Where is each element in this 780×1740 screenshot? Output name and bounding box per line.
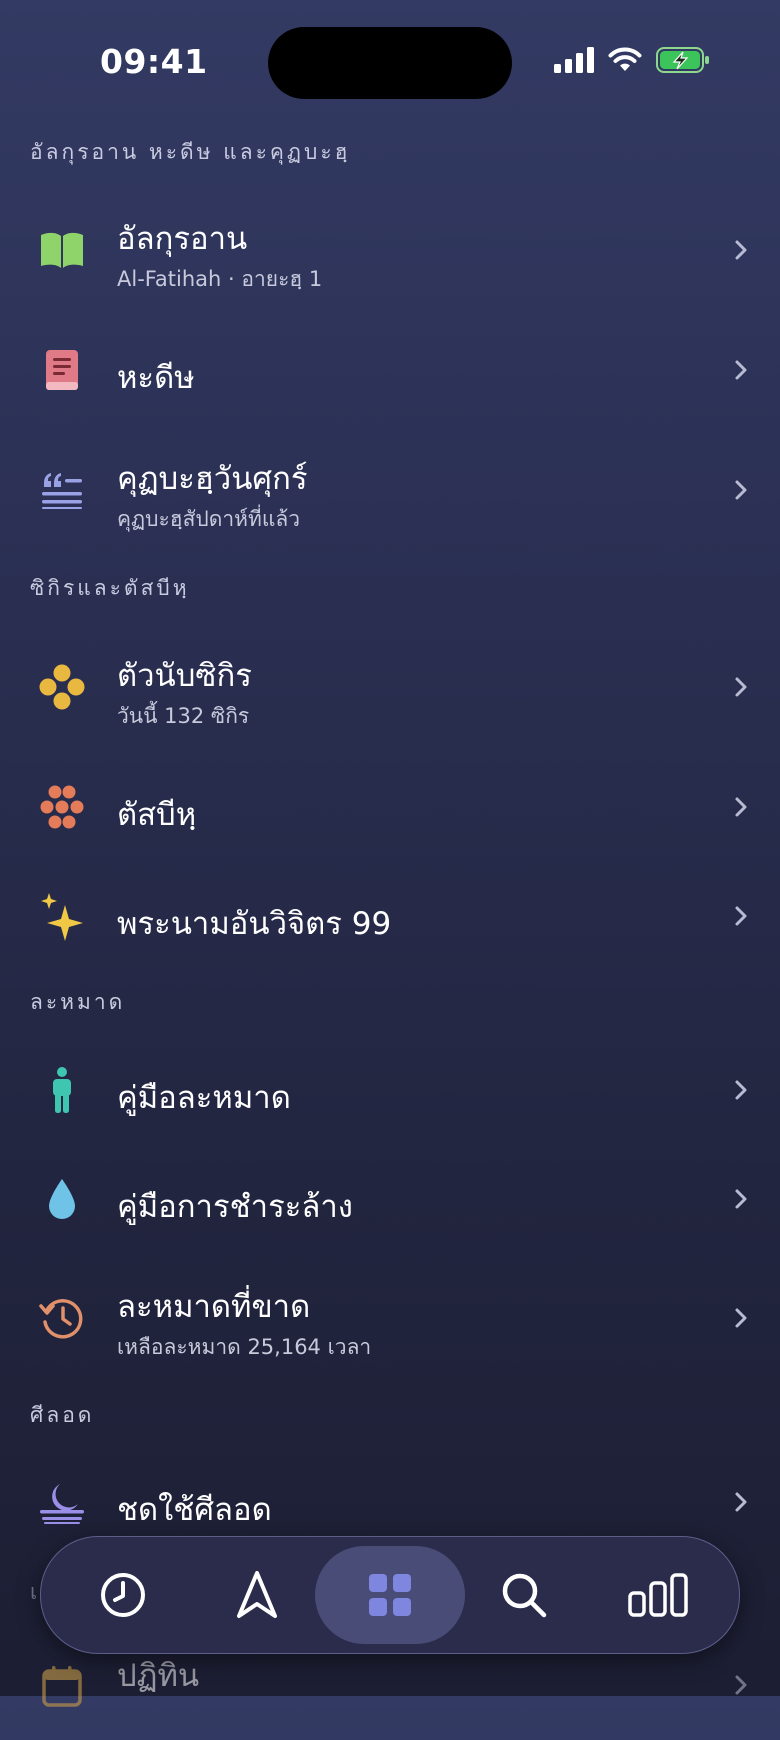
tab-stats[interactable] bbox=[603, 1537, 713, 1653]
grid-icon bbox=[369, 1574, 411, 1616]
menu-item-missed-prayers[interactable]: ละหมาดที่ขาด เหลือละหมาด 25,164 เวลา bbox=[0, 1263, 780, 1373]
status-icons bbox=[554, 46, 710, 74]
open-book-icon bbox=[34, 222, 90, 278]
section-header-calendar: เ bbox=[30, 1580, 41, 1604]
menu-item-title: ปฏิทิน bbox=[117, 1658, 200, 1694]
person-standing-icon bbox=[34, 1062, 90, 1118]
menu-item-subtitle: วันนี้ 132 ซิกิร bbox=[117, 704, 250, 728]
search-icon bbox=[502, 1573, 547, 1618]
chevron-right-icon bbox=[735, 1675, 747, 1695]
menu-item-title: ชดใช้ศีลอด bbox=[117, 1492, 272, 1528]
menu-item-title: หะดีษ bbox=[117, 360, 195, 396]
section-header-quran: อัลกุรอาน หะดีษ และคุฏบะฮฺ bbox=[30, 140, 351, 164]
chevron-right-icon bbox=[735, 480, 747, 500]
menu-item-title: คุฏบะฮฺวันศุกร์ bbox=[117, 461, 308, 497]
tasbih-beads-icon bbox=[34, 779, 90, 835]
menu-item-dhikr-counter[interactable]: ตัวนับซิกิร วันนี้ 132 ซิกิร bbox=[0, 632, 780, 742]
menu-item-title: พระนามอันวิจิตร 99 bbox=[117, 906, 392, 942]
menu-item-quran[interactable]: อัลกุรอาน Al-Fatihah · อายะฮฺ 1 bbox=[0, 195, 780, 305]
menu-item-tasbih[interactable]: ตัสบีหฺ bbox=[0, 752, 780, 862]
tab-menu[interactable] bbox=[335, 1537, 445, 1653]
menu-item-title: อัลกุรอาน bbox=[117, 221, 248, 257]
menu-item-title: ตัสบีหฺ bbox=[117, 797, 197, 833]
menu-item-friday-khutbah[interactable]: คุฏบะฮฺวันศุกร์ คุฏบะฮฺสัปดาห์ที่แล้ว bbox=[0, 435, 780, 545]
tab-prayer-times[interactable] bbox=[68, 1537, 178, 1653]
signal-icon bbox=[554, 47, 594, 73]
menu-item-subtitle: คุฏบะฮฺสัปดาห์ที่แล้ว bbox=[117, 507, 301, 531]
history-clock-icon bbox=[34, 1290, 90, 1346]
section-header-fasting: ศีลอด bbox=[30, 1403, 95, 1427]
closed-book-icon bbox=[34, 342, 90, 398]
section-header-dhikr: ซิกิรและตัสบีหฺ bbox=[30, 576, 190, 600]
chevron-right-icon bbox=[735, 1189, 747, 1209]
calendar-icon bbox=[34, 1658, 90, 1714]
quote-lines-icon bbox=[34, 462, 90, 518]
menu-item-prayer-guide[interactable]: คู่มือละหมาด bbox=[0, 1035, 780, 1145]
chevron-right-icon bbox=[735, 906, 747, 926]
sparkles-icon bbox=[34, 888, 90, 944]
moon-horizon-icon bbox=[34, 1474, 90, 1530]
chevron-right-icon bbox=[735, 360, 747, 380]
menu-item-ablution-guide[interactable]: คู่มือการชำระล้าง bbox=[0, 1144, 780, 1254]
chevron-right-icon bbox=[735, 1308, 747, 1328]
status-time: 09:41 bbox=[100, 42, 208, 81]
wifi-icon bbox=[608, 47, 642, 71]
tab-bar bbox=[40, 1536, 740, 1654]
status-bar: 09:41 bbox=[0, 0, 780, 120]
menu-item-title: ตัวนับซิกิร bbox=[117, 658, 252, 694]
menu-item-title: คู่มือการชำระล้าง bbox=[117, 1189, 353, 1225]
tab-search[interactable] bbox=[469, 1537, 579, 1653]
water-drop-icon bbox=[34, 1171, 90, 1227]
menu-item-subtitle: Al-Fatihah · อายะฮฺ 1 bbox=[117, 267, 323, 291]
chevron-right-icon bbox=[735, 797, 747, 817]
compass-arrow-icon bbox=[237, 1571, 277, 1618]
menu-item-hadith[interactable]: หะดีษ bbox=[0, 315, 780, 425]
menu-item-title: ละหมาดที่ขาด bbox=[117, 1289, 311, 1325]
dhikr-beads-icon bbox=[34, 659, 90, 715]
chevron-right-icon bbox=[735, 1492, 747, 1512]
chevron-right-icon bbox=[735, 240, 747, 260]
dynamic-island bbox=[268, 27, 512, 99]
battery-charging-icon bbox=[656, 47, 709, 73]
menu-item-subtitle: เหลือละหมาด 25,164 เวลา bbox=[117, 1335, 372, 1359]
chevron-right-icon bbox=[735, 677, 747, 697]
menu-item-99-names[interactable]: พระนามอันวิจิตร 99 bbox=[0, 861, 780, 971]
menu-item-title: คู่มือละหมาด bbox=[117, 1080, 291, 1116]
section-header-prayer: ละหมาด bbox=[30, 990, 126, 1014]
tab-qibla[interactable] bbox=[202, 1537, 312, 1653]
clock-icon bbox=[101, 1573, 145, 1617]
bar-chart-icon bbox=[628, 1573, 688, 1617]
chevron-right-icon bbox=[735, 1080, 747, 1100]
